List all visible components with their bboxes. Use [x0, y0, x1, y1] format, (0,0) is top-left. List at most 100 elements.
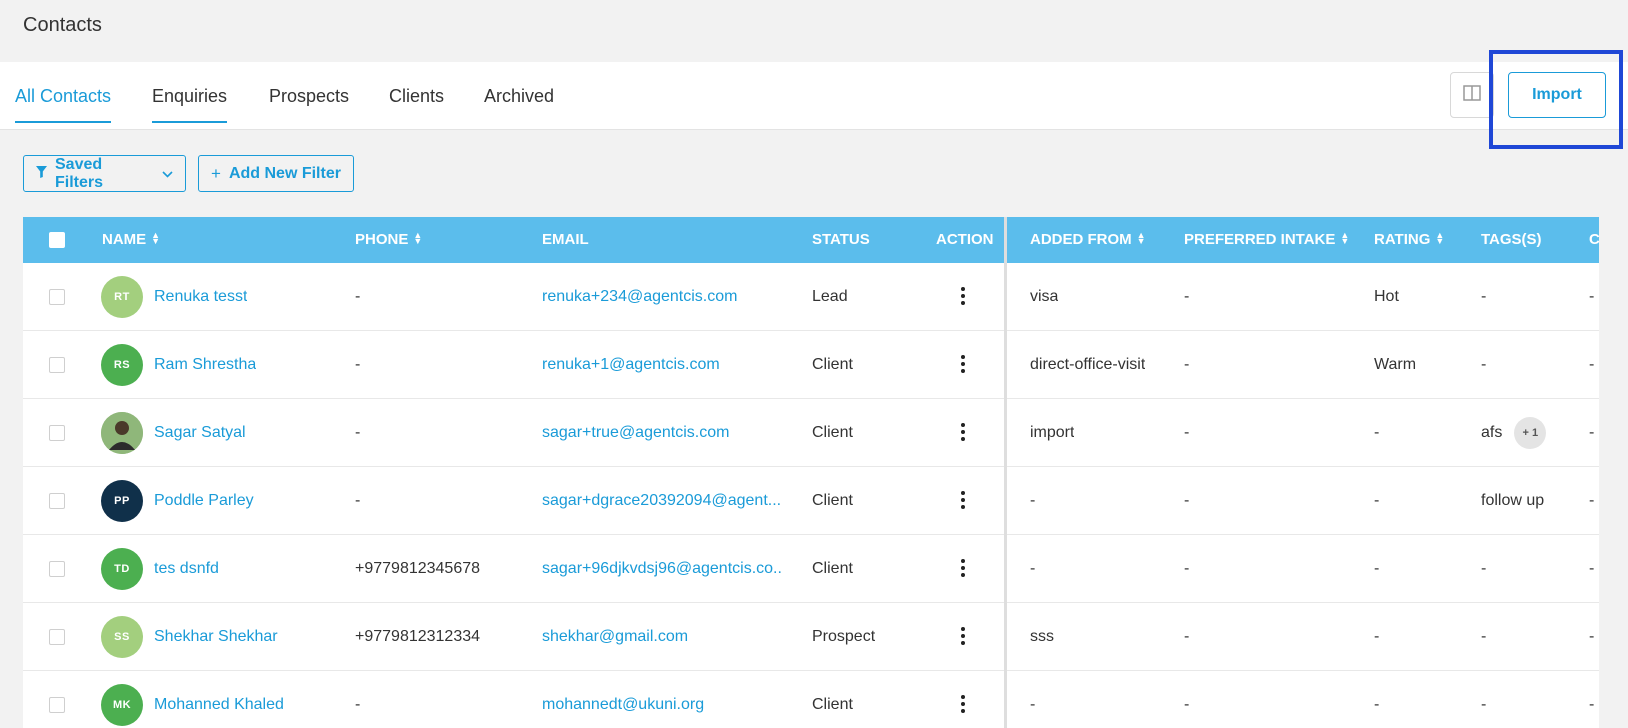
tab-archived[interactable]: Archived	[484, 86, 554, 123]
table-header: NAME ▲ ▼ PHONE ▲ ▼ EMAIL STATUS ACTION ADDED…	[23, 217, 1599, 263]
saved-filters-button[interactable]: Saved Filters	[23, 155, 186, 192]
row-checkbox[interactable]	[49, 289, 65, 305]
sort-icon: ▲ ▼	[1136, 230, 1146, 247]
row-checkbox[interactable]	[49, 561, 65, 577]
email-link[interactable]: sagar+96djkvdsj96@agentcis.co...	[542, 535, 782, 603]
row-checkbox[interactable]	[49, 357, 65, 373]
tags-cell: -	[1481, 356, 1487, 373]
frozen-column-divider	[1004, 217, 1007, 728]
next-column-cell: -	[1589, 288, 1595, 305]
phone-cell: -	[355, 424, 361, 441]
tag-count-badge[interactable]: + 1	[1514, 416, 1547, 449]
rating-cell: Hot	[1374, 288, 1399, 305]
added-from-cell: direct-office-visit	[1030, 356, 1146, 373]
added-from-cell: import	[1030, 424, 1075, 441]
table-row[interactable]: RT Renuka tesst - renuka+234@agentcis.com Le…	[23, 263, 1599, 331]
row-checkbox[interactable]	[49, 629, 65, 645]
row-action-menu-icon[interactable]	[960, 559, 966, 577]
table-row[interactable]: PP Poddle Parley - sagar+dgrace20392094@age…	[23, 467, 1599, 535]
status-cell: Client	[812, 356, 853, 373]
next-column-cell: -	[1589, 696, 1595, 713]
row-checkbox[interactable]	[49, 425, 65, 441]
column-header-action: ACTION	[936, 231, 994, 248]
contact-name-link[interactable]: Renuka tesst	[154, 263, 247, 331]
row-action-menu-icon[interactable]	[960, 491, 966, 509]
email-link[interactable]: sagar+true@agentcis.com	[542, 399, 782, 467]
saved-filters-label: Saved Filters	[55, 155, 104, 191]
preferred-intake-cell: -	[1184, 356, 1190, 373]
table-row[interactable]: Sagar Satyal - sagar+true@agentcis.com Clie…	[23, 399, 1599, 467]
next-column-cell: -	[1589, 560, 1595, 577]
tags-cell: -	[1481, 628, 1487, 645]
contact-name-link[interactable]: Shekhar Shekhar	[154, 603, 278, 671]
avatar: MK	[101, 684, 143, 726]
row-checkbox[interactable]	[49, 697, 65, 713]
table-row[interactable]: MK Mohanned Khaled - mohannedt@ukuni.org Cli…	[23, 671, 1599, 728]
next-column-cell: -	[1589, 424, 1595, 441]
sort-icon: ▲ ▼	[413, 230, 423, 247]
plus-icon: +	[211, 163, 221, 183]
column-header-preferred-intake[interactable]: PREFERRED INTAKE ▲ ▼	[1184, 217, 1349, 263]
added-from-cell: visa	[1030, 288, 1059, 305]
column-header-added-from[interactable]: ADDED FROM ▲ ▼	[1030, 217, 1146, 263]
added-from-cell: -	[1030, 492, 1036, 509]
row-action-menu-icon[interactable]	[960, 695, 966, 713]
chevron-down-icon	[162, 165, 173, 183]
import-button[interactable]: Import	[1508, 72, 1606, 118]
add-new-filter-button[interactable]: + Add New Filter	[198, 155, 354, 192]
status-cell: Client	[812, 424, 853, 441]
phone-cell: +9779812345678	[355, 560, 481, 577]
status-cell: Client	[812, 492, 853, 509]
filter-icon	[36, 165, 47, 183]
row-action-menu-icon[interactable]	[960, 423, 966, 441]
column-header-status: STATUS	[812, 231, 870, 248]
table-row[interactable]: RS Ram Shrestha - renuka+1@agentcis.com Clie…	[23, 331, 1599, 399]
column-header-rating[interactable]: RATING ▲ ▼	[1374, 217, 1444, 263]
sort-icon: ▲ ▼	[151, 230, 161, 247]
email-link[interactable]: mohannedt@ukuni.org	[542, 671, 782, 728]
phone-cell: +9779812312334	[355, 628, 481, 645]
select-all-checkbox[interactable]	[49, 232, 65, 248]
status-cell: Lead	[812, 288, 848, 305]
contact-name-link[interactable]: Ram Shrestha	[154, 331, 256, 399]
status-cell: Prospect	[812, 628, 876, 645]
rating-cell: -	[1374, 628, 1380, 645]
tab-clients[interactable]: Clients	[389, 86, 444, 123]
table-row[interactable]: TD tes dsnfd +9779812345678 sagar+96djkvdsj…	[23, 535, 1599, 603]
contact-name-link[interactable]: Sagar Satyal	[154, 399, 246, 467]
phone-cell: -	[355, 696, 361, 713]
preferred-intake-cell: -	[1184, 696, 1190, 713]
status-cell: Client	[812, 696, 853, 713]
email-link[interactable]: shekhar@gmail.com	[542, 603, 782, 671]
rating-cell: -	[1374, 424, 1380, 441]
column-header-name[interactable]: NAME ▲ ▼	[102, 217, 160, 263]
tab-prospects[interactable]: Prospects	[269, 86, 349, 123]
preferred-intake-cell: -	[1184, 288, 1190, 305]
avatar: PP	[101, 480, 143, 522]
columns-toggle-button[interactable]	[1450, 72, 1494, 118]
contact-name-link[interactable]: tes dsnfd	[154, 535, 219, 603]
sort-icon: ▲ ▼	[1435, 230, 1445, 247]
avatar: RT	[101, 276, 143, 318]
row-action-menu-icon[interactable]	[960, 627, 966, 645]
email-link[interactable]: sagar+dgrace20392094@agent...	[542, 467, 782, 535]
phone-cell: -	[355, 492, 361, 509]
column-header-tags: TAGS(S)	[1481, 231, 1542, 248]
avatar: SS	[101, 616, 143, 658]
tab-enquiries[interactable]: Enquiries	[152, 86, 228, 123]
row-action-menu-icon[interactable]	[960, 355, 966, 373]
contact-name-link[interactable]: Mohanned Khaled	[154, 671, 284, 728]
contact-name-link[interactable]: Poddle Parley	[154, 467, 254, 535]
tab-all-contacts[interactable]: All Contacts	[15, 86, 112, 123]
added-from-cell: -	[1030, 696, 1036, 713]
sort-icon: ▲ ▼	[1340, 230, 1350, 247]
tags-cell: afs + 1	[1481, 399, 1547, 467]
column-header-phone[interactable]: PHONE ▲ ▼	[355, 217, 422, 263]
email-link[interactable]: renuka+1@agentcis.com	[542, 331, 782, 399]
email-link[interactable]: renuka+234@agentcis.com	[542, 263, 782, 331]
row-checkbox[interactable]	[49, 493, 65, 509]
table-row[interactable]: SS Shekhar Shekhar +9779812312334 shekhar@g…	[23, 603, 1599, 671]
column-header-email: EMAIL	[542, 231, 589, 248]
row-action-menu-icon[interactable]	[960, 287, 966, 305]
rating-cell: -	[1374, 560, 1380, 577]
